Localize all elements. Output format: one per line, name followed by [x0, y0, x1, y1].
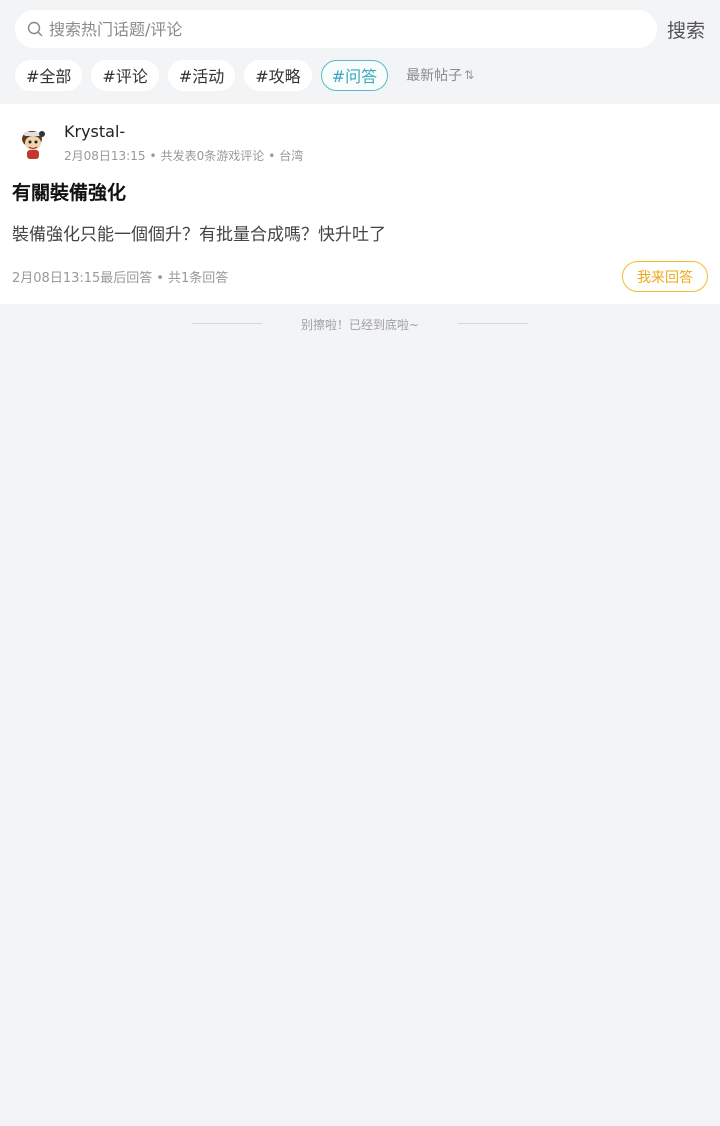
separator-dot: • [149, 149, 157, 163]
search-icon [27, 20, 45, 38]
search-input[interactable] [49, 19, 609, 39]
search-bar[interactable] [15, 10, 657, 48]
tag-guides[interactable]: #攻略 [244, 59, 312, 91]
tag-events[interactable]: #活动 [167, 59, 236, 91]
search-button[interactable]: 搜索 [667, 16, 705, 43]
tag-qa[interactable]: #问答 [320, 59, 389, 91]
sort-label: 最新帖子 [406, 68, 463, 84]
post-meta: 2月08日13:15 • 共发表0条游戏评论 • 台湾 [64, 147, 303, 164]
end-of-list-message: 别擦啦！已经到底啦~ [300, 318, 420, 332]
divider-right [458, 323, 528, 324]
separator-dot: • [156, 271, 164, 286]
review-count: 共发表0条游戏评论 [160, 149, 265, 163]
sort-arrows-icon: ⇅ [464, 68, 475, 82]
answer-button[interactable]: 我来回答 [622, 261, 708, 292]
separator-dot: • [268, 149, 276, 163]
post-card[interactable]: Krystal- 2月08日13:15 • 共发表0条游戏评论 • 台湾 有關裝備強化 … [0, 104, 720, 304]
username[interactable]: Krystal- [64, 122, 125, 141]
sort-dropdown[interactable]: 最新帖子 ⇅ [406, 65, 474, 85]
tag-reviews[interactable]: #评论 [91, 59, 159, 91]
location: 台湾 [279, 149, 304, 163]
reply-count: 共1条回答 [167, 271, 229, 286]
post-title[interactable]: 有關裝備強化 [12, 178, 126, 205]
avatar[interactable] [12, 122, 54, 164]
post-date: 2月08日13:15 [64, 149, 146, 163]
post-body[interactable]: 裝備強化只能一個個升？有批量合成嗎？快升吐了 [12, 220, 386, 245]
last-reply-time: 2月08日13:15最后回答 [12, 271, 153, 286]
tag-filter-bar: #全部 #评论 #活动 #攻略 #问答 最新帖子 ⇅ [15, 59, 474, 91]
tag-all[interactable]: #全部 [15, 59, 83, 91]
post-footer: 2月08日13:15最后回答 • 共1条回答 [12, 267, 228, 286]
